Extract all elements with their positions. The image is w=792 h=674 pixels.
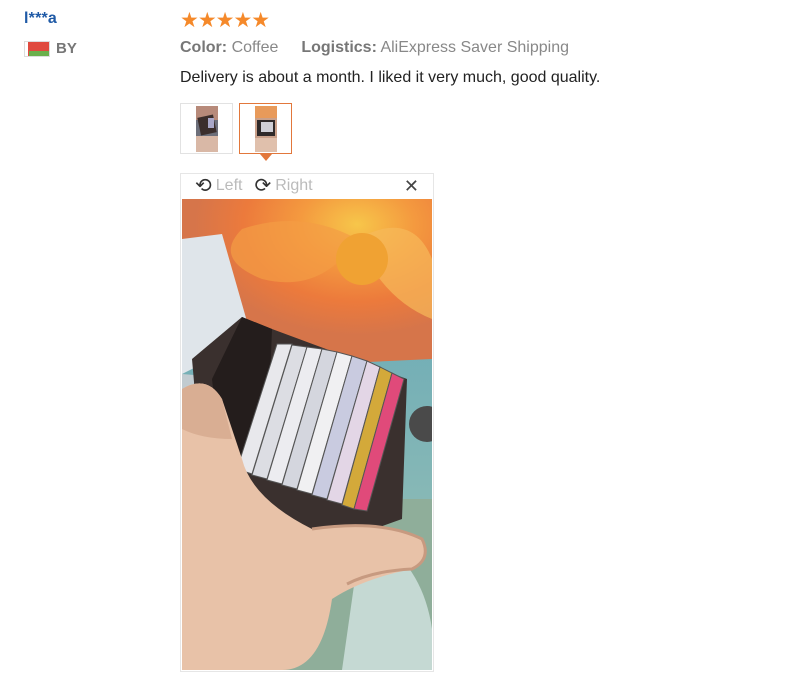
country-code: BY <box>56 40 77 57</box>
rotate-left-label: Left <box>215 177 243 194</box>
color-value: Coffee <box>231 39 279 56</box>
thumbnail-1[interactable] <box>180 103 233 154</box>
color-label: Color: <box>180 39 228 56</box>
reviewer-info: l***a BY <box>24 10 77 57</box>
reviewer-name[interactable]: l***a <box>24 10 77 28</box>
review-body: ★★★★★ Color: Coffee Logistics: AliExpres… <box>180 10 780 88</box>
image-viewer: ⟲ Left ⟳ Right ✕ <box>180 173 434 672</box>
rotate-left-button[interactable]: ⟲ Left <box>195 175 243 197</box>
rotate-left-icon: ⟲ <box>195 175 212 197</box>
thumbnail-2[interactable] <box>239 103 292 161</box>
logistics-label: Logistics: <box>301 39 377 56</box>
review-text: Delivery is about a month. I liked it ve… <box>180 69 601 86</box>
logistics-value: AliExpress Saver Shipping <box>380 39 569 56</box>
rotate-right-icon: ⟳ <box>254 175 272 197</box>
photo-thumbnails <box>180 103 292 161</box>
review-photo <box>182 199 432 670</box>
reviewer-country: BY <box>24 40 77 57</box>
star-rating: ★★★★★ <box>180 9 270 32</box>
belarus-flag-icon <box>24 40 50 57</box>
wallet-photo <box>182 199 432 670</box>
close-icon[interactable]: ✕ <box>404 176 419 197</box>
rotate-right-button[interactable]: ⟳ Right <box>254 175 313 197</box>
viewer-toolbar: ⟲ Left ⟳ Right ✕ <box>181 174 433 198</box>
thumbnail-image <box>195 105 218 152</box>
review-meta: Color: Coffee Logistics: AliExpress Save… <box>180 38 780 58</box>
rotate-right-label: Right <box>275 177 313 194</box>
thumbnail-image <box>254 105 277 152</box>
